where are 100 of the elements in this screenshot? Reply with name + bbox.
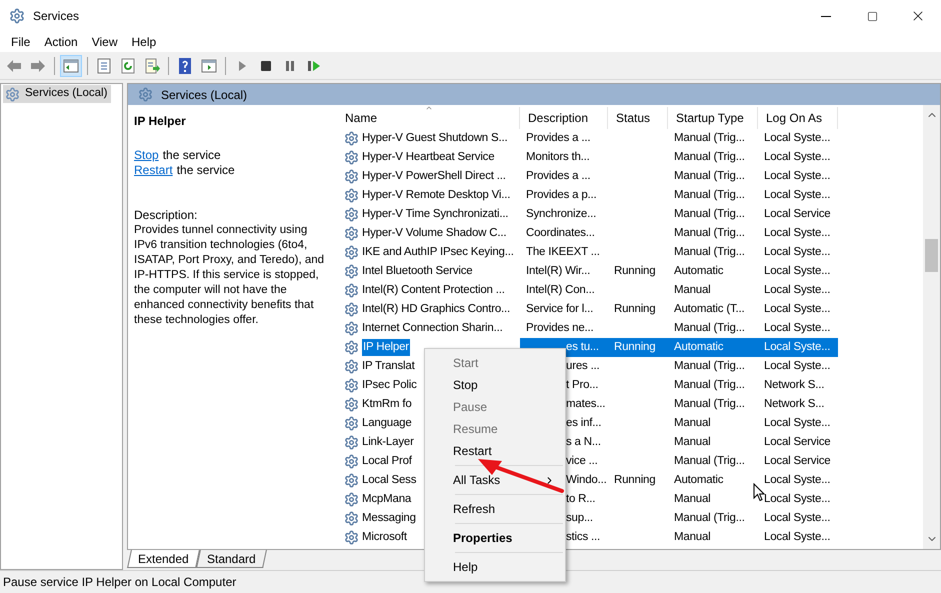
table-cell-text: Running xyxy=(613,302,656,317)
table-cell: Monitors th... xyxy=(526,150,590,163)
scrollbar[interactable] xyxy=(923,105,940,549)
gear-icon xyxy=(344,473,359,488)
service-name[interactable]: Hyper-V Remote Desktop Vi... xyxy=(362,186,510,204)
gear-icon xyxy=(344,340,359,355)
context-menu-item[interactable]: Refresh xyxy=(425,498,565,520)
service-name[interactable]: Intel Bluetooth Service xyxy=(362,262,472,280)
column-header[interactable]: Name xyxy=(337,107,520,129)
gear-icon xyxy=(344,302,359,317)
service-name[interactable]: Intel(R) HD Graphics Contro... xyxy=(362,300,510,318)
tree-item[interactable]: Services (Local) xyxy=(3,85,111,103)
service-name[interactable]: Hyper-V Volume Shadow C... xyxy=(362,224,506,242)
gear-icon xyxy=(344,397,359,412)
column-header[interactable]: Status xyxy=(608,107,668,129)
gear-icon xyxy=(344,492,359,507)
table-cell-text: Local Syste... xyxy=(763,358,832,374)
service-name[interactable]: Intel(R) Content Protection ... xyxy=(362,282,505,300)
service-name[interactable]: Hyper-V Time Synchronizati... xyxy=(362,206,508,224)
menu-item[interactable]: Help xyxy=(124,33,164,51)
gear-icon xyxy=(344,359,359,374)
table-cell: es tu... xyxy=(566,340,599,353)
service-name[interactable]: Internet Connection Sharin... xyxy=(362,320,503,338)
gear-icon xyxy=(344,530,359,545)
gear-icon xyxy=(344,321,359,336)
context-menu-item[interactable]: Stop xyxy=(425,374,565,396)
table-cell-text: Local Syste... xyxy=(763,302,832,317)
table-cell-text: Manual (Trig... xyxy=(673,454,746,469)
table-cell-text: Local Service xyxy=(763,434,832,450)
table-cell: Provides a ... xyxy=(526,170,590,182)
table-cell: Intel(R) Wir... xyxy=(526,264,590,277)
gear-icon xyxy=(344,131,359,146)
service-action-link[interactable]: Restart xyxy=(134,163,173,178)
context-menu-item[interactable]: Restart xyxy=(425,440,565,462)
service-name[interactable]: Messaging xyxy=(362,510,416,528)
service-title: IP Helper xyxy=(134,113,187,130)
service-name[interactable]: Local Prof xyxy=(362,452,412,470)
service-name[interactable]: IKE and AuthIP IPsec Keying... xyxy=(362,244,514,262)
context-menu-item[interactable]: Properties xyxy=(425,527,565,549)
table-cell-text: Automatic xyxy=(673,264,724,279)
table-cell-text: Local Syste... xyxy=(763,472,832,488)
table-cell-text: Local Syste... xyxy=(763,282,832,298)
context-menu-item[interactable]: Help xyxy=(425,556,565,578)
table-cell: The IKEEXT ... xyxy=(526,246,600,258)
service-name[interactable]: Microsoft xyxy=(362,528,407,546)
menu-item[interactable]: Action xyxy=(37,33,85,51)
table-cell-text: Local Syste... xyxy=(763,264,832,279)
service-name[interactable]: Language xyxy=(362,414,412,432)
context-menu-item[interactable]: All Tasks xyxy=(425,469,565,491)
service-name[interactable]: IPsec Polic xyxy=(362,376,417,394)
table-cell-text: Manual (Trig... xyxy=(673,358,746,374)
table-cell: vice ... xyxy=(566,454,598,467)
column-header[interactable]: Log On As xyxy=(758,107,838,129)
table-cell-text: Local Syste... xyxy=(763,320,832,336)
table-cell: Synchronize... xyxy=(526,208,596,220)
table-cell-text: Manual (Trig... xyxy=(673,130,746,146)
window-title: Services xyxy=(33,8,80,25)
table-cell-text: Manual (Trig... xyxy=(673,150,746,165)
table-cell: Provides a p... xyxy=(526,188,597,201)
table-cell: Intel(R) Con... xyxy=(526,284,595,296)
table-cell: Provides ne... xyxy=(526,322,594,334)
column-header[interactable]: Description xyxy=(520,107,608,129)
table-cell-text: Manual xyxy=(673,282,712,298)
service-action-text: the service xyxy=(162,148,221,163)
table-cell-text: Local Syste... xyxy=(763,188,832,203)
table-cell-text: Manual xyxy=(673,530,712,545)
menu-item[interactable]: File xyxy=(4,33,38,51)
table-cell: sup... xyxy=(566,512,593,524)
service-name[interactable]: Hyper-V Guest Shutdown S... xyxy=(362,130,508,148)
scroll-thumb[interactable] xyxy=(925,239,938,272)
table-cell: Provides a ... xyxy=(526,132,590,144)
table-cell-text: Network S... xyxy=(763,396,826,412)
menu-item[interactable]: View xyxy=(84,33,124,51)
gear-icon xyxy=(344,454,359,469)
view-tab[interactable]: Extended xyxy=(127,550,200,568)
gear-icon xyxy=(344,511,359,526)
service-action-link[interactable]: Stop xyxy=(134,148,159,163)
gear-icon xyxy=(344,378,359,393)
view-tab[interactable]: Standard xyxy=(196,550,266,568)
service-name[interactable]: Hyper-V PowerShell Direct ... xyxy=(362,168,506,186)
mouse-pointer-icon xyxy=(753,483,765,502)
table-cell-text: Local Syste... xyxy=(763,226,832,241)
service-name[interactable]: McpMana xyxy=(362,490,412,508)
column-header[interactable]: Startup Type xyxy=(668,107,758,129)
tree-pane-icon[interactable] xyxy=(60,54,82,76)
table-cell-text: Manual (Trig... xyxy=(673,378,746,393)
status-text: Pause service IP Helper on Local Computer xyxy=(3,574,236,591)
table-cell-text: Running xyxy=(613,472,656,488)
table-cell-text: Local Syste... xyxy=(763,244,832,260)
service-name[interactable]: KtmRm fo xyxy=(362,396,412,414)
gear-icon xyxy=(138,87,153,102)
table-cell-text: Automatic (T... xyxy=(673,302,746,317)
service-name[interactable]: Hyper-V Heartbeat Service xyxy=(362,148,494,166)
service-name[interactable]: IP Translat xyxy=(362,358,415,376)
maximize-icon xyxy=(866,10,878,22)
service-name[interactable]: Local Sess xyxy=(362,472,416,490)
service-name[interactable]: Link-Layer xyxy=(362,434,414,452)
table-cell-text: Manual (Trig... xyxy=(673,396,746,412)
table-cell-text: Local Syste... xyxy=(763,492,832,507)
service-name[interactable]: IP Helper xyxy=(362,338,410,356)
